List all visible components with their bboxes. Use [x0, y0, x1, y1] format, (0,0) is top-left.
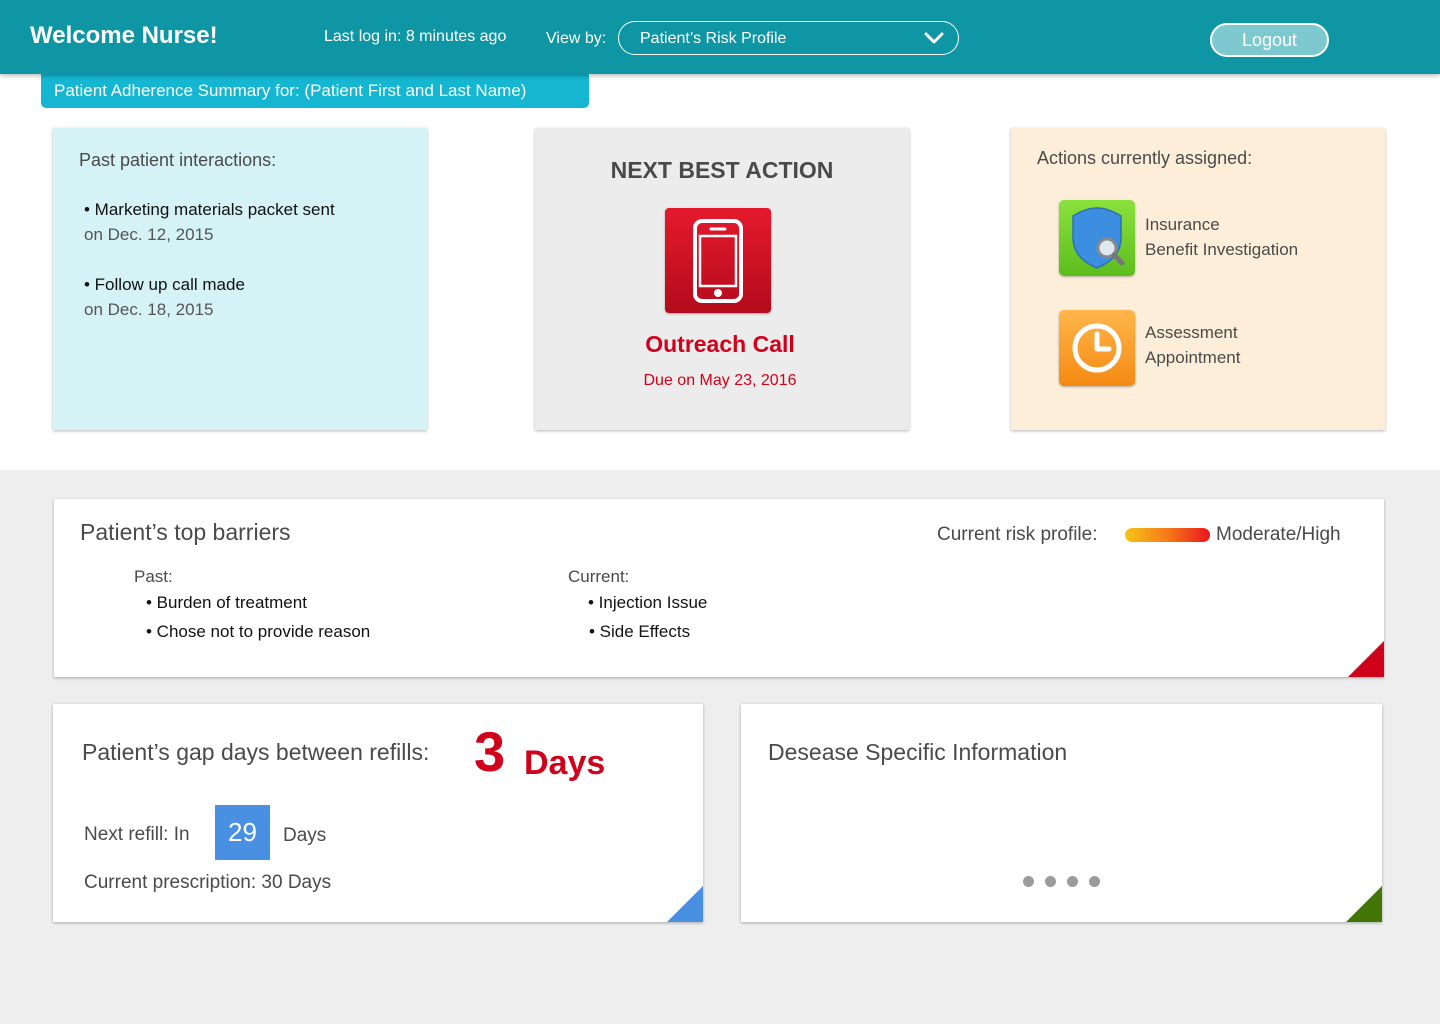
barrier-item: • Side Effects — [589, 622, 691, 641]
smartphone-icon[interactable] — [665, 208, 771, 313]
next-best-action-title: NEXT BEST ACTION — [610, 157, 834, 183]
actions-assigned-card: Actions currently assigned: Insurance Be… — [1011, 128, 1385, 430]
loading-dot — [1023, 876, 1034, 887]
barrier-item: • Burden of treatment — [146, 593, 307, 612]
patient-summary-tab: Patient Adherence Summary for: (Patient … — [41, 74, 589, 108]
gap-days-title: Patient’s gap days between refills: — [82, 739, 430, 765]
current-prescription-text: Current prescription: 30 Days — [84, 872, 332, 893]
past-interactions-title: Past patient interactions: — [79, 150, 277, 170]
next-action-name: Outreach Call — [645, 331, 795, 357]
next-best-action-card[interactable]: NEXT BEST ACTION Outreach Call Due on Ma… — [535, 128, 909, 430]
loading-dots — [1023, 876, 1103, 888]
gap-days-unit: Days — [524, 744, 606, 782]
corner-accent-red — [1348, 641, 1384, 677]
top-header: Welcome Nurse! Last log in: 8 minutes ag… — [0, 0, 1440, 74]
action-label-insurance: Insurance Benefit Investigation — [1145, 212, 1298, 262]
top-barriers-card: Patient’s top barriers Current risk prof… — [54, 499, 1384, 677]
interaction-date: on Dec. 18, 2015 — [84, 300, 214, 319]
barrier-item: • Chose not to provide reason — [146, 622, 371, 641]
welcome-title: Welcome Nurse! — [30, 22, 218, 49]
interaction-item: • Follow up call made — [84, 275, 245, 294]
corner-accent-blue — [667, 886, 703, 922]
logout-button[interactable]: Logout — [1210, 23, 1329, 57]
disease-info-title: Desease Specific Information — [768, 739, 1068, 765]
view-by-value: Patient’s Risk Profile — [640, 30, 787, 47]
clock-icon[interactable] — [1059, 310, 1135, 386]
risk-profile-value: Moderate/High — [1216, 524, 1341, 545]
corner-accent-green — [1346, 886, 1382, 922]
loading-dot — [1089, 876, 1100, 887]
disease-info-card: Desease Specific Information — [741, 704, 1382, 922]
risk-gradient-bar — [1125, 528, 1210, 542]
chevron-down-icon — [924, 32, 944, 44]
risk-profile-label: Current risk profile: — [937, 524, 1098, 545]
action-label-line: Insurance — [1145, 215, 1220, 234]
view-by-label: View by: — [546, 30, 607, 47]
gap-days-value: 3 — [474, 720, 506, 783]
action-label-line: Assessment — [1145, 323, 1238, 342]
action-label-line: Benefit Investigation — [1145, 240, 1299, 259]
shield-search-icon[interactable] — [1059, 200, 1135, 276]
loading-dot — [1067, 876, 1078, 887]
refill-gap-card: Patient’s gap days between refills: 3 Da… — [53, 704, 703, 922]
action-label-line: Appointment — [1145, 348, 1241, 367]
next-refill-days-badge: 29 — [215, 805, 270, 860]
barriers-title: Patient’s top barriers — [80, 519, 291, 545]
actions-assigned-title: Actions currently assigned: — [1037, 148, 1253, 168]
interaction-date: on Dec. 12, 2015 — [84, 225, 214, 244]
loading-dot — [1045, 876, 1056, 887]
action-label-assessment: Assessment Appointment — [1145, 320, 1240, 370]
past-barriers-title: Past: — [134, 567, 173, 586]
next-refill-unit: Days — [283, 825, 327, 846]
next-refill-label: Next refill: In — [84, 824, 190, 845]
interaction-item: • Marketing materials packet sent — [84, 200, 335, 219]
last-login-text: Last log in: 8 minutes ago — [324, 28, 507, 45]
next-action-due-date: Due on May 23, 2016 — [643, 372, 797, 389]
current-barriers-title: Current: — [568, 567, 630, 586]
view-by-dropdown[interactable]: Patient’s Risk Profile — [618, 21, 959, 55]
barrier-item: • Injection Issue — [588, 593, 708, 612]
past-interactions-card: Past patient interactions: • Marketing m… — [53, 128, 427, 430]
